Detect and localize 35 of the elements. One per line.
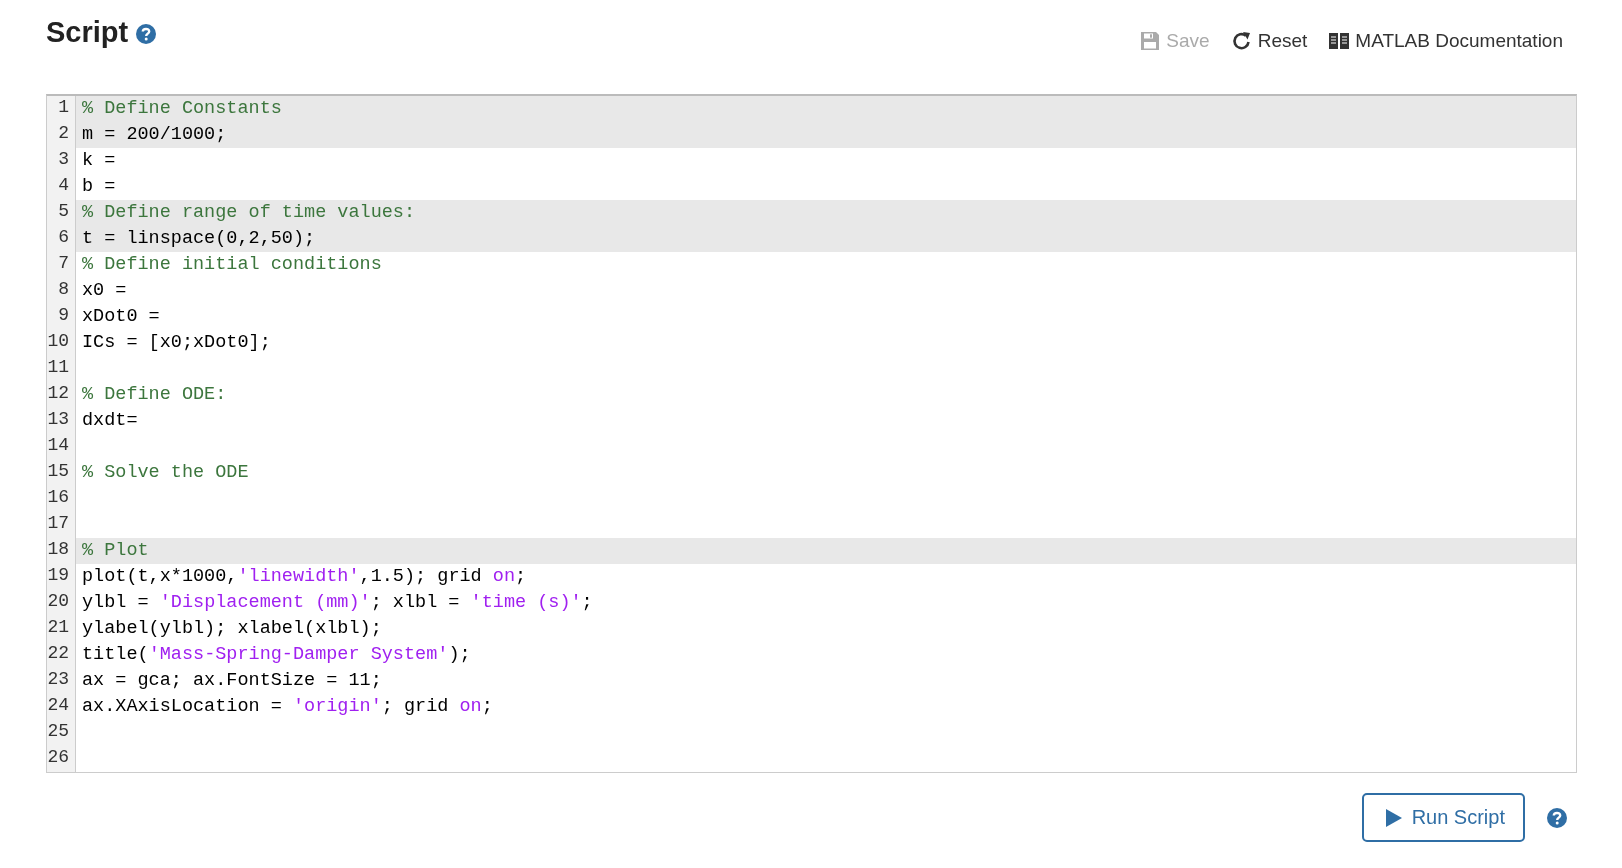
book-icon [1329, 32, 1350, 50]
line-number: 2 [47, 122, 76, 148]
line-number: 4 [47, 174, 76, 200]
play-icon [1385, 808, 1402, 827]
line-number: 18 [47, 538, 76, 564]
page-title: Script [46, 16, 129, 49]
line-number: 7 [47, 252, 76, 278]
line-number: 20 [47, 590, 76, 616]
line-number: 26 [47, 746, 76, 772]
line-number: 22 [47, 642, 76, 668]
line-number: 11 [47, 356, 76, 382]
line-number: 25 [47, 720, 76, 746]
line-number: 23 [47, 668, 76, 694]
line-number: 9 [47, 304, 76, 330]
line-number: 21 [47, 616, 76, 642]
line-number: 10 [47, 330, 76, 356]
line-number: 1 [47, 96, 76, 122]
line-number: 5 [47, 200, 76, 226]
reset-icon [1231, 31, 1252, 51]
run-script-button[interactable]: Run Script [1361, 793, 1525, 842]
help-icon[interactable] [136, 24, 157, 44]
line-number: 13 [47, 408, 76, 434]
line-number: 16 [47, 486, 76, 512]
help-icon[interactable] [1547, 807, 1567, 828]
line-number: 6 [47, 226, 76, 252]
line-number: 8 [47, 278, 76, 304]
line-number: 24 [47, 694, 76, 720]
line-number: 3 [47, 148, 76, 174]
line-number: 12 [47, 382, 76, 408]
docs-button[interactable]: MATLAB Documentation [1329, 30, 1563, 52]
line-number: 19 [47, 564, 76, 590]
reset-button[interactable]: Reset [1231, 30, 1308, 52]
line-number: 15 [47, 460, 76, 486]
line-number: 14 [47, 434, 76, 460]
line-number: 17 [47, 512, 76, 538]
